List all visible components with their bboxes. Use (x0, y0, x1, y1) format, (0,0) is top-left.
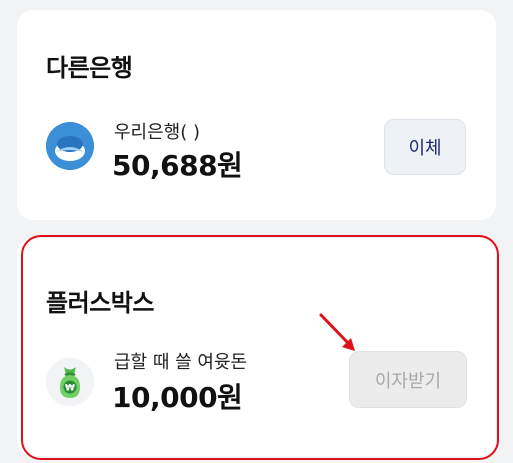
money-bag-icon: ₩ (46, 358, 94, 406)
transfer-button[interactable]: 이체 (384, 119, 466, 175)
account-name-plus-box: 급할 때 쓸 여윳돈 (114, 352, 248, 373)
svg-text:₩: ₩ (65, 384, 75, 394)
account-balance-woori: 50,688원 (112, 149, 243, 182)
other-bank-card: 다른은행 우리은행( ) 50,688원 이체 (17, 10, 496, 220)
account-name-woori: 우리은행( ) (114, 122, 201, 143)
section-title-other-bank: 다른은행 (46, 54, 133, 82)
account-balance-plus-box: 10,000원 (112, 381, 243, 414)
woori-bank-icon (46, 122, 94, 170)
section-title-plus-box: 플러스박스 (46, 289, 154, 317)
receive-interest-button[interactable]: 이자받기 (349, 351, 467, 408)
plus-box-card: 플러스박스 ₩ 급할 때 쓸 여윳돈 10,000원 이자받기 (17, 238, 496, 456)
